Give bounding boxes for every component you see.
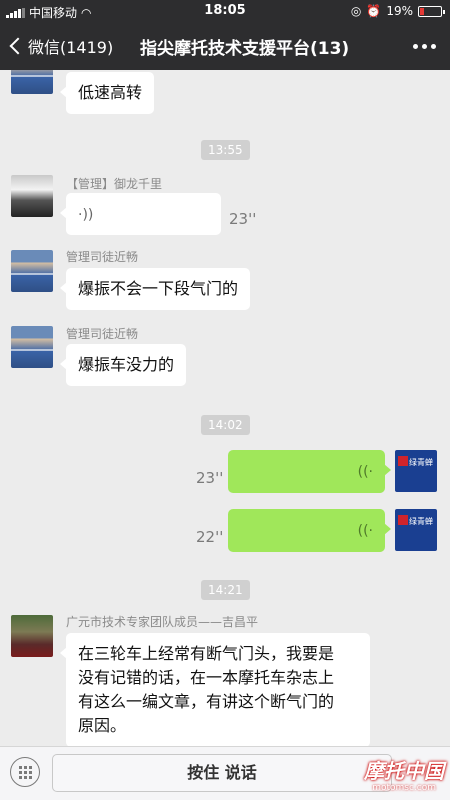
more-icon[interactable] — [413, 44, 436, 49]
battery-icon — [418, 5, 445, 17]
message-bubble[interactable]: 爆振不会一下段气门的 — [59, 268, 251, 310]
timestamp: 13:55 — [201, 140, 250, 160]
status-right: ◎ ⏰ 19% — [350, 4, 445, 18]
avatar-logo — [398, 456, 408, 466]
sender-name: 管理司徒近畅 — [66, 327, 139, 341]
avatar-text: 绿青蝉 — [409, 517, 433, 526]
avatar-self[interactable]: 绿青蝉 — [395, 450, 437, 492]
back-label: 微信(1419) — [28, 38, 114, 57]
message-line: 原因。 — [78, 716, 127, 735]
message-bubble[interactable]: 低速高转 — [59, 72, 155, 114]
voice-message[interactable]: ((· — [228, 509, 391, 552]
avatar[interactable] — [11, 70, 53, 94]
voice-duration: 23'' — [196, 469, 224, 487]
sender-name: 管理司徒近畅 — [66, 250, 139, 264]
watermark-logo: 摩托中国 — [364, 759, 444, 783]
message-bubble[interactable]: 爆振车没力的 — [59, 344, 187, 386]
sender-name: 【管理】御龙千里 — [66, 177, 163, 191]
status-bar: 中国移动 ◠ 18:05 ◎ ⏰ 19% — [0, 0, 450, 22]
voice-wave-icon: ((· — [357, 523, 373, 539]
timestamp: 14:21 — [201, 580, 250, 600]
back-chevron-icon — [9, 37, 27, 55]
lock-icon: ◎ — [350, 4, 362, 18]
avatar[interactable] — [11, 175, 53, 217]
alarm-icon: ⏰ — [366, 4, 382, 18]
voice-wave-icon: ·)) — [78, 207, 94, 223]
avatar[interactable] — [11, 326, 53, 368]
voice-duration: 23'' — [229, 210, 257, 228]
keyboard-icon[interactable] — [10, 757, 40, 787]
message-line: 没有记错的话，在一本摩托车杂志上 — [78, 668, 335, 687]
message-line: 在三轮车上经常有断气门头，我要是 — [78, 644, 335, 663]
chat-title: 指尖摩托技术支援平台(13) — [140, 39, 350, 59]
watermark-site: motomsc.com — [372, 783, 436, 793]
sender-name: 广元市技术专家团队成员——吉昌平 — [66, 615, 259, 629]
back-button[interactable]: 微信(1419) — [8, 34, 113, 58]
message-bubble[interactable]: 在三轮车上经常有断气门头，我要是 没有记错的话，在一本摩托车杂志上 有这么一编文… — [60, 633, 370, 746]
timestamp: 14:02 — [201, 415, 250, 435]
avatar-text: 绿青蝉 — [409, 458, 433, 467]
voice-wave-icon: ((· — [357, 464, 373, 480]
battery-level — [420, 7, 424, 15]
voice-duration: 22'' — [196, 528, 224, 546]
input-bar: 按住 说话 摩托中国 motomsc.com — [0, 746, 450, 800]
voice-message[interactable]: ((· — [228, 450, 391, 493]
chat-area[interactable]: 低速高转 13:55 【管理】御龙千里 ·)) 23'' 管理司徒近畅 爆振不会… — [0, 70, 450, 746]
battery-percent: 19% — [386, 4, 413, 18]
avatar[interactable] — [11, 250, 53, 292]
hold-to-talk-button[interactable]: 按住 说话 — [52, 754, 392, 792]
message-line: 有这么一编文章，有讲这个断气门的 — [78, 692, 335, 711]
avatar-self[interactable]: 绿青蝉 — [395, 509, 437, 551]
nav-bar: 微信(1419) 指尖摩托技术支援平台(13) — [0, 22, 450, 70]
voice-message[interactable]: ·)) — [60, 193, 221, 235]
avatar-logo — [398, 515, 408, 525]
avatar[interactable] — [11, 615, 53, 657]
